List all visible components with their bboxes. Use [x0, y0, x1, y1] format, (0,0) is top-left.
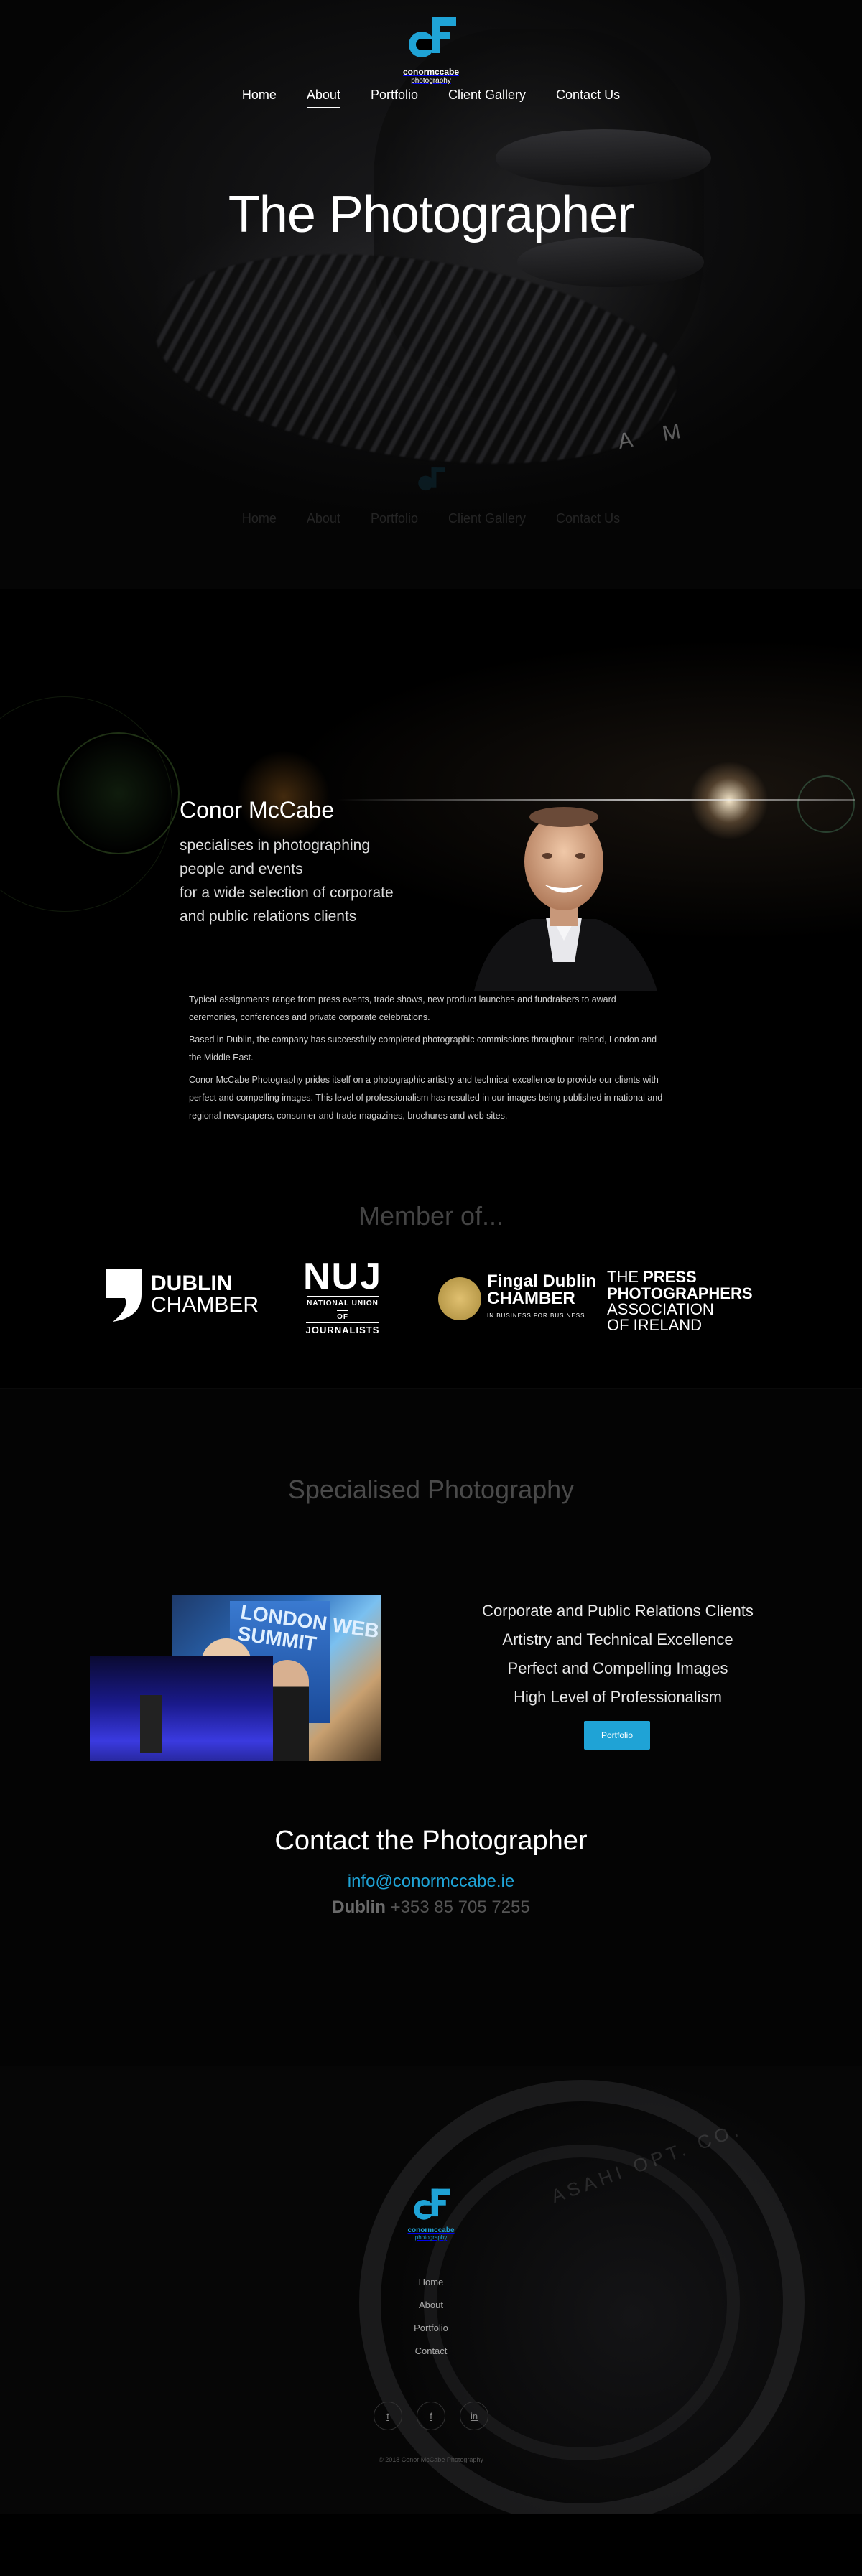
- portfolio-button[interactable]: Portfolio: [584, 1721, 650, 1750]
- dublin-chamber-text: DUBLIN CHAMBER: [151, 1273, 259, 1316]
- contact-heading: Contact the Photographer: [274, 1826, 588, 1856]
- footer-logo-name: conormccabe: [407, 2226, 455, 2234]
- profile-section: Conor McCabe specialises in photographin…: [0, 589, 862, 991]
- logo-reflection: [409, 467, 453, 499]
- logo-reflection-icon: [418, 467, 445, 491]
- ppai-logo: THE PRESS PHOTOGRAPHERS ASSOCIATION OF I…: [607, 1269, 753, 1333]
- nav-item-home[interactable]: Home: [242, 88, 277, 108]
- phone-number: +353 85 705 7255: [390, 1898, 530, 1917]
- fingal-chamber-logo: Fingal Dublin CHAMBER IN BUSINESS FOR BU…: [438, 1273, 596, 1325]
- member-logos: DUBLIN CHAMBER NUJ NATIONAL UNION OF JOU…: [0, 1256, 862, 1338]
- nav-reflection-item: About: [306, 511, 340, 526]
- nav-reflection-item: Home: [241, 511, 277, 526]
- ppai-line-bold: PRESS: [643, 1268, 697, 1286]
- nav-item-client-gallery[interactable]: Client Gallery: [448, 88, 526, 108]
- dublin-chamber-line: DUBLIN: [151, 1271, 233, 1295]
- logo-subtitle: photography: [411, 77, 451, 85]
- nuj-line: OF: [337, 1310, 348, 1322]
- lens-flare: [797, 775, 855, 833]
- fingal-tagline: IN BUSINESS FOR BUSINESS: [487, 1312, 585, 1319]
- footer-logo[interactable]: conormccabe photography: [397, 2188, 465, 2241]
- logo-icon: [409, 17, 456, 57]
- about-paragraph: Typical assignments range from press eve…: [189, 994, 616, 1022]
- fingal-seal-icon: [438, 1277, 481, 1320]
- about-text: Typical assignments range from press eve…: [189, 991, 663, 1125]
- profile-line: people and events: [180, 861, 303, 877]
- lens-flare: [57, 732, 180, 854]
- nav-reflection: Home About Portfolio Client Gallery Cont…: [0, 511, 862, 526]
- stage-podium: [140, 1695, 162, 1753]
- nuj-line: JOURNALISTS: [305, 1322, 380, 1335]
- main-nav: Home About Portfolio Client Gallery Cont…: [0, 88, 862, 108]
- nav-reflection-item: Portfolio: [370, 511, 418, 526]
- logo-icon: [414, 2188, 450, 2220]
- specialised-item: Artistry and Technical Excellence: [502, 1630, 733, 1648]
- footer-nav-home[interactable]: Home: [0, 2271, 862, 2294]
- nuj-logo: NUJ NATIONAL UNION OF JOURNALISTS: [303, 1256, 383, 1335]
- ppai-line-bold: PHOTOGRAPHERS: [607, 1284, 753, 1302]
- dublin-chamber-logo: DUBLIN CHAMBER: [102, 1266, 259, 1323]
- linkedin-icon[interactable]: in: [460, 2402, 488, 2430]
- event-photo-stage: [90, 1656, 273, 1778]
- profile-intro: Conor McCabe specialises in photographin…: [180, 797, 481, 928]
- profile-line: for a wide selection of corporate: [180, 885, 394, 901]
- nuj-letters: NUJ: [303, 1256, 383, 1297]
- nuj-line: NATIONAL UNION: [307, 1296, 379, 1308]
- hero-section: A M conormccabe photography Home About P…: [0, 0, 862, 589]
- profile-line: and public relations clients: [180, 908, 357, 925]
- site-footer: ASAHI OPT. CO. conormccabe photography H…: [0, 2066, 862, 2514]
- phone-city: Dublin: [332, 1898, 386, 1917]
- footer-nav-about[interactable]: About: [0, 2294, 862, 2317]
- about-paragraph: Based in Dublin, the company has success…: [189, 1035, 657, 1063]
- logo-name: conormccabe: [402, 67, 460, 77]
- contact-phone: Dublin +353 85 705 7255: [0, 1898, 862, 1918]
- page-title: The Photographer: [228, 186, 634, 243]
- profile-line: specialises in photographing: [180, 837, 371, 854]
- dublin-chamber-line: CHAMBER: [151, 1293, 259, 1317]
- about-section: Typical assignments range from press eve…: [0, 991, 862, 1201]
- nav-reflection-item: Contact Us: [556, 511, 621, 526]
- about-paragraph: Conor McCabe Photography prides itself o…: [189, 1075, 663, 1121]
- specialised-list: Corporate and Public Relations Clients A…: [445, 1597, 790, 1712]
- lens-ring-graphic: [517, 237, 704, 287]
- members-heading: Member of...: [358, 1201, 504, 1231]
- footer-nav-contact[interactable]: Contact: [0, 2340, 862, 2363]
- facebook-icon[interactable]: f: [417, 2402, 445, 2430]
- specialised-heading: Specialised Photography: [287, 1475, 575, 1504]
- copyright: © 2018 Conor McCabe Photography: [379, 2456, 483, 2463]
- footer-logo-subtitle: photography: [414, 2234, 448, 2241]
- specialised-item: Corporate and Public Relations Clients: [482, 1602, 754, 1620]
- nav-item-portfolio[interactable]: Portfolio: [371, 88, 418, 108]
- contact-section: Contact the Photographer info@conormccab…: [0, 1761, 862, 2066]
- social-links: t f in: [0, 2402, 862, 2430]
- ppai-line: THE: [607, 1268, 644, 1286]
- ppai-line: ASSOCIATION: [607, 1300, 714, 1318]
- specialised-item: High Level of Professionalism: [514, 1688, 722, 1706]
- lens-flare: [690, 761, 769, 840]
- footer-nav: Home About Portfolio Contact: [0, 2271, 862, 2363]
- photographer-name: Conor McCabe: [180, 797, 335, 823]
- lens-ring-graphic: [496, 129, 711, 187]
- fingal-line: Fingal Dublin: [487, 1271, 596, 1291]
- members-section: Member of... DUBLIN CHAMBER NUJ NATIONAL…: [0, 1201, 862, 1388]
- fingal-line: CHAMBER: [487, 1289, 575, 1308]
- specialised-section: Specialised Photography LONDON WEB SUMMI…: [0, 1388, 862, 1778]
- ppai-line: OF IRELAND: [607, 1316, 703, 1334]
- photographer-portrait: [474, 807, 657, 991]
- footer-nav-portfolio[interactable]: Portfolio: [0, 2317, 862, 2340]
- nav-reflection-item: Client Gallery: [448, 511, 527, 526]
- contact-email-link[interactable]: info@conormccabe.ie: [0, 1872, 862, 1892]
- twitter-icon[interactable]: t: [374, 2402, 402, 2430]
- fingal-chamber-text: Fingal Dublin CHAMBER IN BUSINESS FOR BU…: [487, 1273, 596, 1325]
- quote-mark-icon: [106, 1269, 142, 1322]
- specialised-item: Perfect and Compelling Images: [507, 1659, 728, 1677]
- nav-item-about[interactable]: About: [306, 88, 340, 108]
- site-logo[interactable]: conormccabe photography: [395, 16, 467, 85]
- nav-item-contact-us[interactable]: Contact Us: [556, 88, 620, 108]
